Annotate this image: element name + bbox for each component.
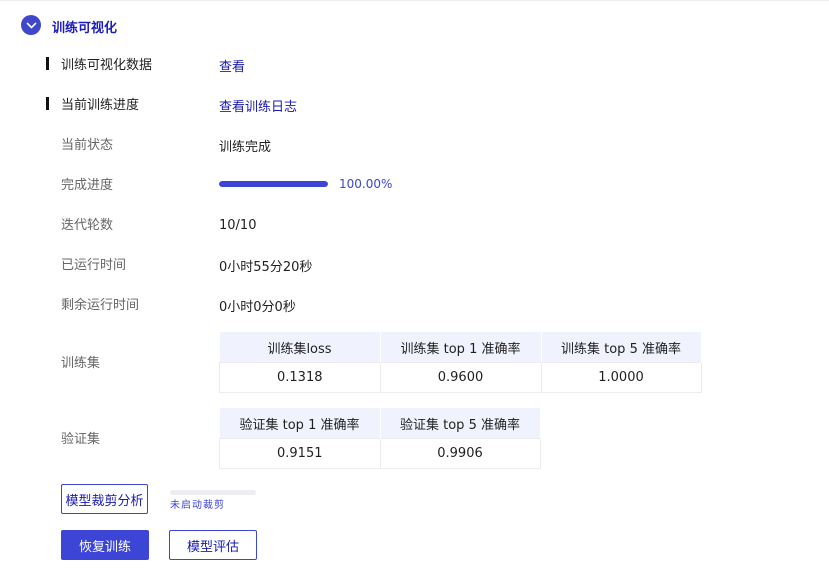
completion-label: 完成进度 [61, 178, 114, 193]
table-cell: 0.9151 [219, 438, 381, 469]
val-metrics-table: 验证集 top 1 准确率 验证集 top 5 准确率 0.9151 0.990… [219, 408, 541, 469]
chevron-down-icon [25, 21, 37, 29]
table-row: 0.9151 0.9906 [219, 438, 541, 469]
table-cell: 0.9906 [379, 438, 541, 469]
train-metrics-table: 训练集loss 训练集 top 1 准确率 训练集 top 5 准确率 0.13… [219, 332, 702, 393]
elapsed-value: 0小时55分20秒 [219, 260, 313, 275]
completion-progress-bar [219, 181, 328, 187]
table-header-cell: 验证集 top 1 准确率 [219, 408, 381, 439]
completion-percent: 100.00% [339, 177, 393, 191]
table-header-row: 验证集 top 1 准确率 验证集 top 5 准确率 [219, 408, 541, 439]
table-header-cell: 训练集 top 1 准确率 [380, 332, 542, 363]
view-viz-link[interactable]: 查看 [219, 56, 245, 75]
remaining-value: 0小时0分0秒 [219, 300, 296, 315]
status-label: 当前状态 [61, 138, 114, 153]
prune-progress-bar [170, 490, 256, 495]
epochs-value: 10/10 [219, 218, 257, 233]
view-train-log-link[interactable]: 查看训练日志 [219, 96, 297, 115]
table-cell: 0.9600 [379, 362, 542, 393]
progress-log-label: 当前训练进度 [61, 98, 140, 113]
table-cell: 1.0000 [540, 362, 702, 393]
row-marker [46, 97, 49, 110]
table-header-row: 训练集loss 训练集 top 1 准确率 训练集 top 5 准确率 [219, 332, 702, 363]
table-header-cell: 训练集loss [219, 332, 381, 363]
table-row: 0.1318 0.9600 1.0000 [219, 362, 702, 393]
remaining-label: 剩余运行时间 [61, 298, 140, 313]
table-header-cell: 训练集 top 5 准确率 [541, 332, 702, 363]
resume-training-button[interactable]: 恢复训练 [61, 530, 149, 560]
model-evaluate-button[interactable]: 模型评估 [169, 530, 257, 560]
section-title: 训练可视化 [52, 21, 118, 36]
prune-analysis-button[interactable]: 模型裁剪分析 [61, 484, 148, 514]
val-set-label: 验证集 [61, 432, 101, 447]
table-cell: 0.1318 [219, 362, 381, 393]
completion-progress-fill [219, 181, 328, 187]
status-value: 训练完成 [219, 140, 272, 155]
viz-data-label: 训练可视化数据 [61, 58, 153, 73]
epochs-label: 迭代轮数 [61, 218, 114, 233]
top-divider [0, 0, 829, 1]
train-set-label: 训练集 [61, 356, 101, 371]
collapse-toggle-button[interactable] [21, 15, 41, 35]
row-marker [46, 57, 49, 70]
elapsed-label: 已运行时间 [61, 258, 127, 273]
prune-status-text: 未启动裁剪 [170, 500, 225, 511]
table-header-cell: 验证集 top 5 准确率 [380, 408, 541, 439]
